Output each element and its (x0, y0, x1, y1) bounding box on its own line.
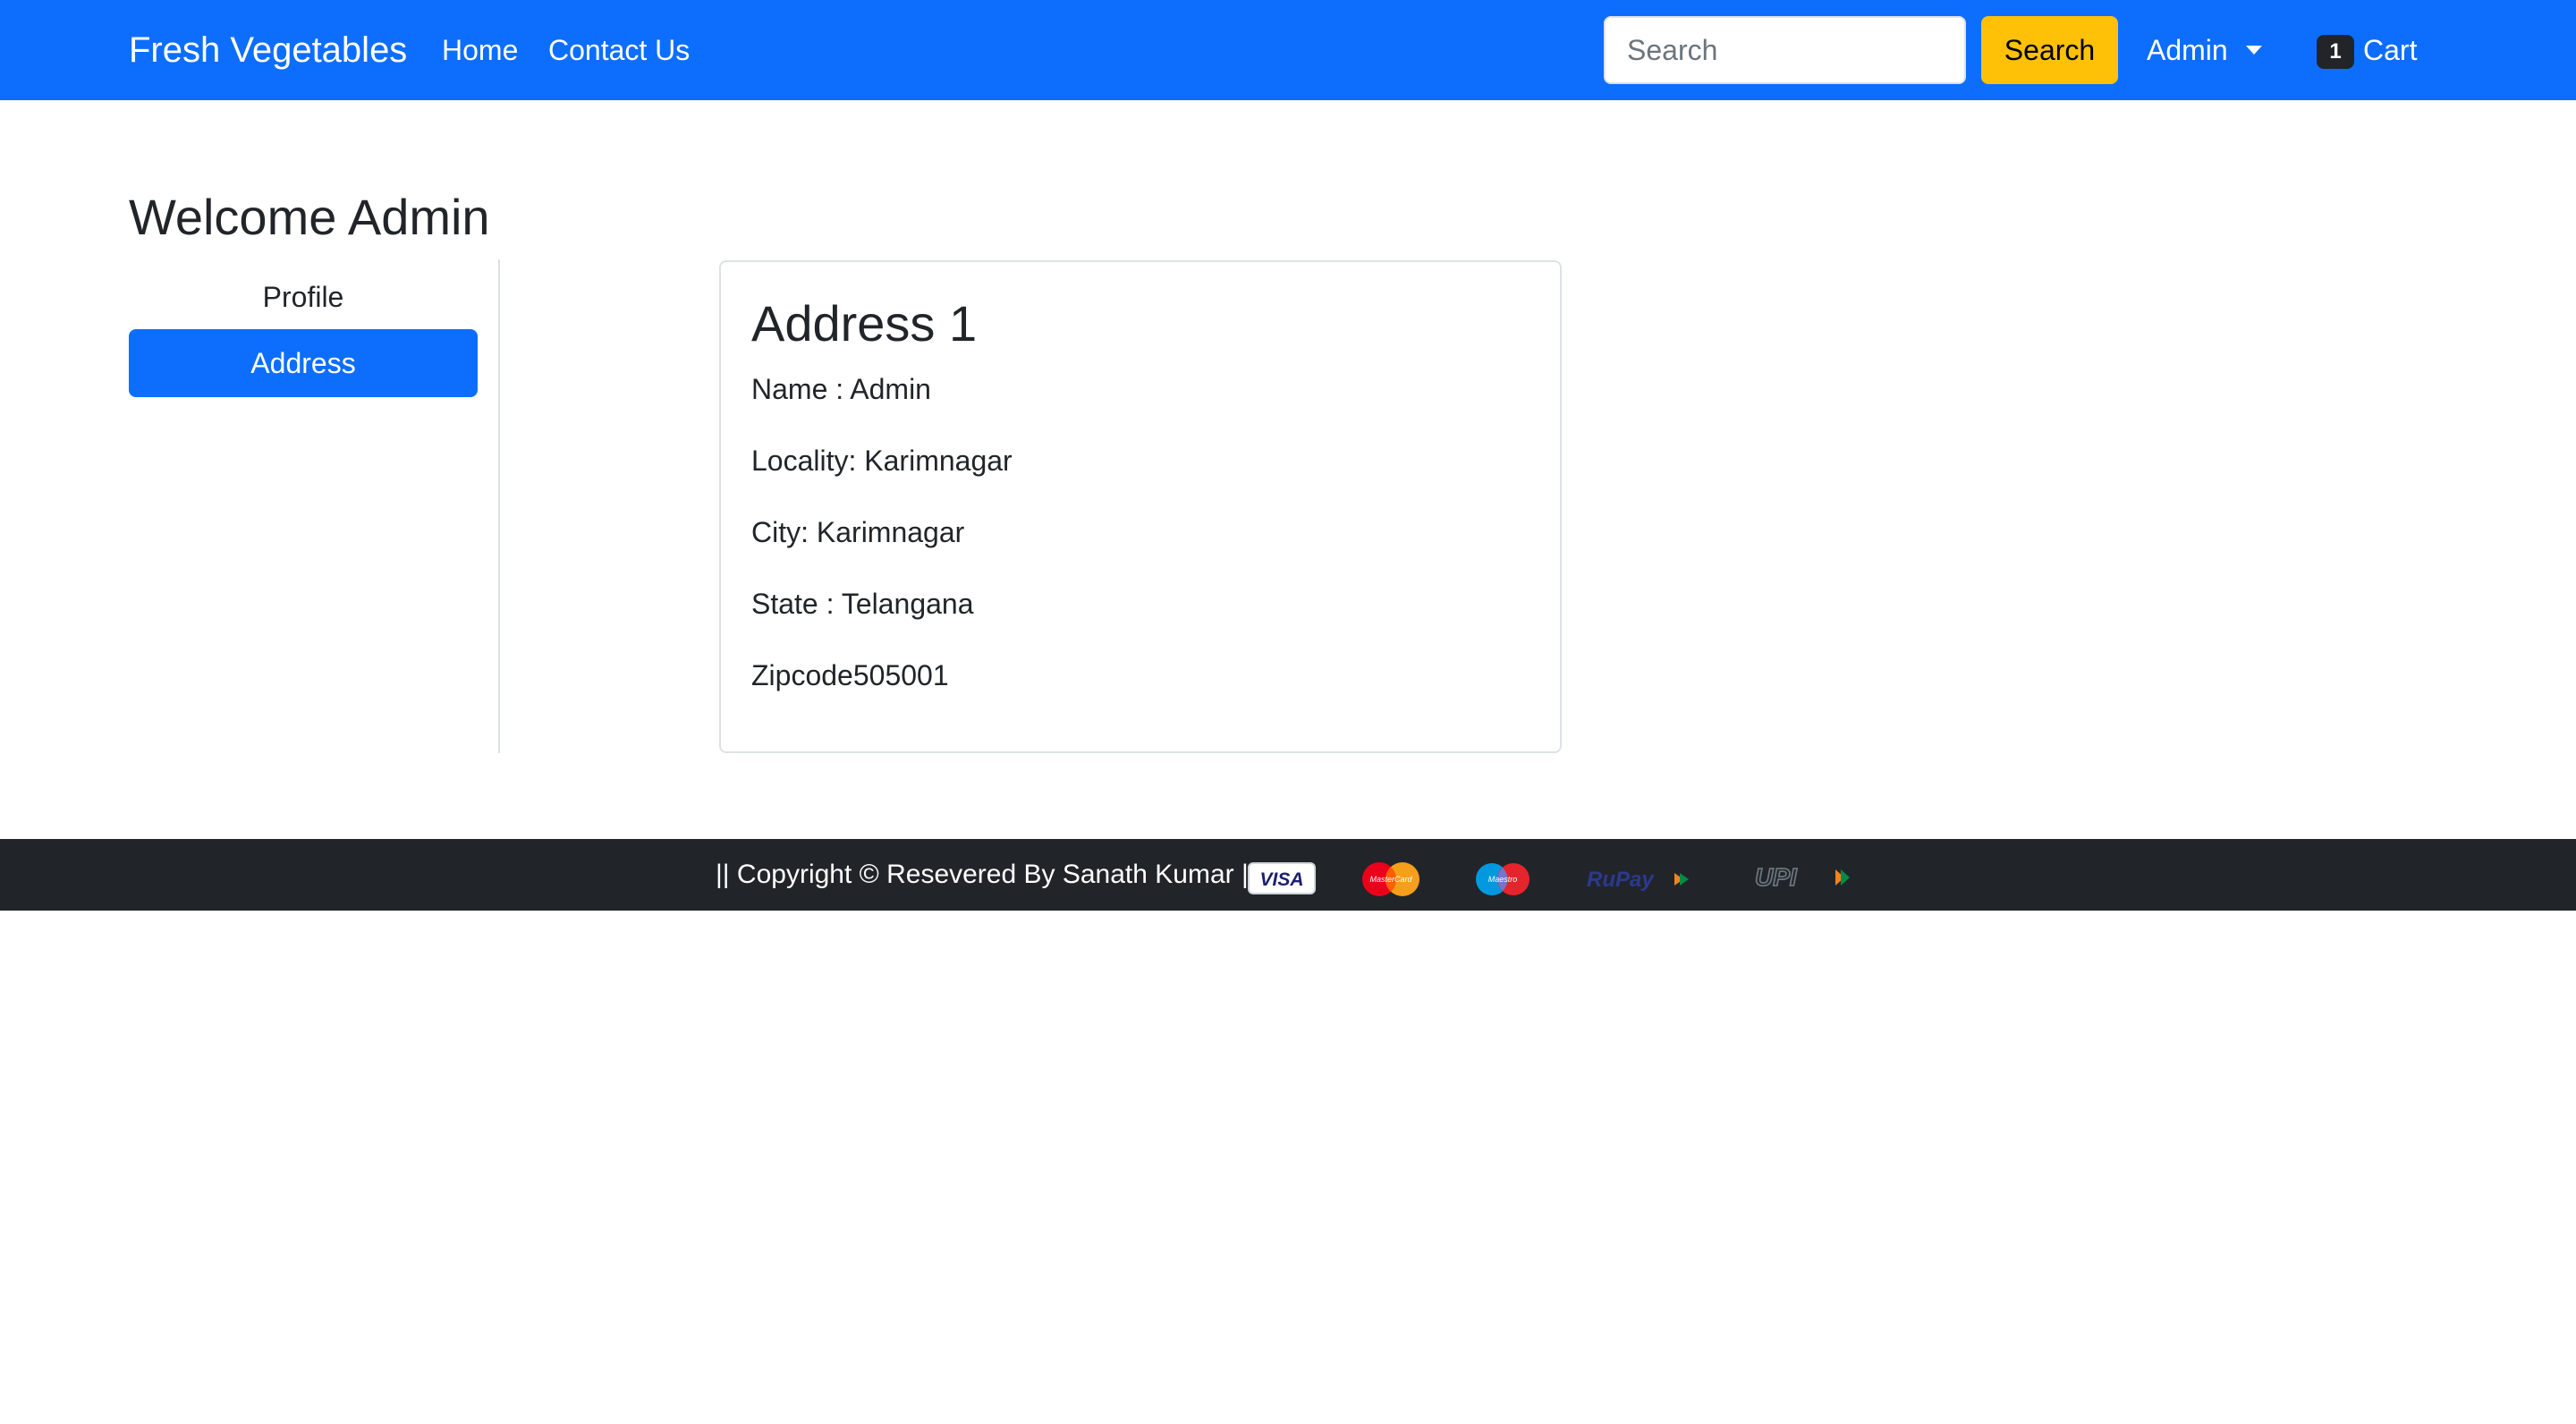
svg-text:MasterCard: MasterCard (1369, 875, 1412, 884)
address-card-title: Address 1 (751, 295, 978, 352)
caret-down-icon (2245, 46, 2262, 55)
visa-icon: VISA (1248, 862, 1316, 894)
address-zipcode: Zipcode505001 (751, 659, 949, 691)
brand-logo[interactable]: Fresh Vegetables (129, 27, 407, 73)
address-city: City: Karimnagar (751, 516, 965, 548)
admin-dropdown-label: Admin (2147, 34, 2228, 66)
svg-text:RuPay: RuPay (1587, 868, 1655, 892)
svg-text:VISA: VISA (1259, 869, 1303, 890)
search-input[interactable] (1604, 16, 1966, 84)
cart-label: Cart (2363, 34, 2418, 66)
mastercard-icon: MasterCard (1362, 862, 1419, 896)
site-footer: || Copyright © Resevered By Sanath Kumar… (0, 839, 2576, 911)
nav-home-link[interactable]: Home (442, 30, 518, 70)
search-button[interactable]: Search (1981, 16, 2118, 84)
sidebar-item-profile[interactable]: Profile (129, 263, 478, 331)
nav-contact-link[interactable]: Contact Us (548, 30, 690, 70)
cart-link[interactable]: 1 Cart (2317, 30, 2417, 70)
svg-text:UPI: UPI (1755, 863, 1798, 891)
admin-dropdown[interactable]: Admin (2147, 30, 2262, 70)
top-navbar: Fresh Vegetables Home Contact Us Search … (0, 0, 2576, 100)
address-locality: Locality: Karimnagar (751, 445, 1013, 477)
address-name: Name : Admin (751, 373, 931, 405)
copyright-text: || Copyright © Resevered By Sanath Kumar… (716, 860, 1256, 889)
maestro-icon: Maestro (1476, 863, 1530, 895)
upi-icon: UPI (1754, 862, 1850, 892)
rupay-icon: RuPay (1587, 868, 1689, 892)
sidebar-item-address[interactable]: Address (129, 329, 478, 397)
page-title: Welcome Admin (129, 189, 490, 245)
cart-count-badge: 1 (2317, 35, 2354, 69)
address-card: Address 1 Name : Admin Locality: Karimna… (719, 260, 1562, 753)
address-state: State : Telangana (751, 588, 974, 620)
account-sidebar: Profile Address (129, 259, 500, 753)
svg-text:Maestro: Maestro (1488, 875, 1518, 884)
